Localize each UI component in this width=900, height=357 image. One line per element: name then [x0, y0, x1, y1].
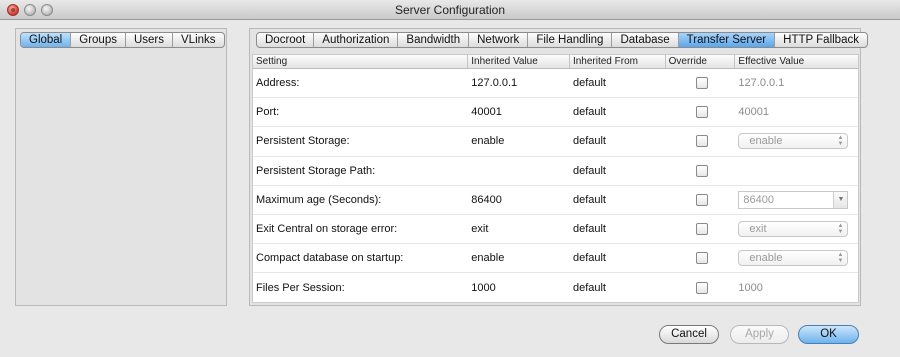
setting-name: Port: — [256, 106, 280, 119]
effective-value-text: 127.0.0.1 — [738, 77, 785, 90]
effective-value-text: enable — [749, 135, 783, 148]
table-row: Address: 127.0.0.1 default 127.0.0.1 — [253, 69, 858, 99]
table-body: Address: 127.0.0.1 default 127.0.0.1 Port: 40… — [253, 69, 858, 303]
table-row: Persistent Storage Path: default — [253, 157, 858, 186]
right-tab-network[interactable]: Network — [469, 33, 529, 47]
override-cell — [666, 77, 736, 90]
override-cell — [666, 164, 736, 177]
effective-value-combo[interactable]: 86400 ▼ — [738, 190, 849, 209]
window-title: Server Configuration — [394, 3, 506, 17]
apply-button[interactable]: Apply — [730, 325, 789, 344]
header-inherited-from[interactable]: Inherited From — [570, 55, 666, 68]
effective-value-popup[interactable]: enable ▲ ▼ — [738, 250, 849, 267]
override-cell — [666, 252, 736, 265]
setting-name: Persistent Storage Path: — [256, 164, 376, 177]
cancel-button[interactable]: Cancel — [659, 325, 719, 344]
inherited-from: default — [572, 135, 606, 148]
override-checkbox[interactable] — [696, 106, 709, 119]
inherited-value: enable — [471, 252, 505, 265]
updown-arrows-icon: ▲ ▼ — [837, 223, 844, 236]
setting-name: Exit Central on storage error: — [256, 223, 398, 236]
setting-name: Persistent Storage: — [256, 135, 350, 148]
table-header: Setting Inherited Value Inherited From O… — [253, 55, 858, 69]
right-tab-docroot[interactable]: Docroot — [257, 33, 315, 47]
right-tab-database[interactable]: Database — [612, 33, 679, 47]
override-checkbox[interactable] — [696, 223, 709, 236]
override-checkbox[interactable] — [696, 164, 709, 177]
table-row: Files Per Session: 1000 default 1000 — [253, 273, 858, 302]
inherited-from: default — [572, 223, 606, 236]
effective-value-popup[interactable]: enable ▲ ▼ — [738, 133, 849, 150]
table-row: Compact database on startup: enable defaul… — [253, 244, 858, 274]
header-inherited-value[interactable]: Inherited Value — [468, 55, 570, 68]
override-cell — [666, 135, 736, 148]
setting-name: Maximum age (Seconds): — [256, 193, 382, 206]
left-tab-groups[interactable]: Groups — [71, 33, 126, 47]
override-cell — [666, 106, 736, 119]
effective-value-cell: 127.0.0.1 — [735, 77, 858, 89]
inherited-from: default — [572, 106, 606, 119]
inherited-value: 86400 — [471, 193, 502, 206]
inherited-value: 1000 — [471, 281, 496, 294]
table-row: Maximum age (Seconds): 86400 default 86400 ▼ — [253, 186, 858, 215]
effective-value-cell: enable ▲ ▼ — [735, 133, 858, 150]
right-tab-bandwidth[interactable]: Bandwidth — [398, 33, 470, 47]
right-tab-transfer-server[interactable]: Transfer Server — [678, 33, 776, 47]
inherited-value: exit — [471, 223, 489, 236]
inherited-from: default — [572, 164, 606, 177]
settings-table: Setting Inherited Value Inherited From O… — [252, 54, 859, 303]
inherited-from: default — [572, 281, 606, 294]
inherited-value: 127.0.0.1 — [471, 77, 518, 90]
left-tab-users[interactable]: Users — [126, 33, 173, 47]
inherited-value: 40001 — [471, 106, 502, 119]
effective-value-text: 86400 — [743, 193, 775, 206]
effective-value-text: 1000 — [738, 281, 763, 294]
left-tab-bar: Global Groups Users VLinks — [20, 32, 225, 48]
effective-value-cell: 40001 — [735, 106, 858, 118]
inherited-from: default — [572, 252, 606, 265]
effective-value-cell: enable ▲ ▼ — [735, 250, 858, 267]
override-checkbox[interactable] — [696, 135, 709, 148]
effective-value-cell: 86400 ▼ — [735, 190, 858, 209]
right-tab-authorization[interactable]: Authorization — [314, 33, 399, 47]
override-checkbox[interactable] — [696, 281, 709, 294]
updown-arrows-icon: ▲ ▼ — [837, 135, 844, 148]
left-tab-global[interactable]: Global — [21, 33, 72, 47]
header-override[interactable]: Override — [666, 55, 736, 68]
setting-name: Files Per Session: — [256, 281, 345, 294]
right-tab-file-handling[interactable]: File Handling — [528, 33, 613, 47]
effective-value-popup[interactable]: exit ▲ ▼ — [738, 221, 849, 238]
effective-value-cell: 1000 — [735, 282, 858, 294]
title-bar: Server Configuration — [0, 0, 900, 20]
effective-value-text: 40001 — [738, 106, 770, 119]
effective-value-text: exit — [749, 223, 767, 236]
inherited-from: default — [572, 77, 606, 90]
override-checkbox[interactable] — [696, 77, 709, 90]
override-cell — [666, 193, 736, 206]
override-cell — [666, 281, 736, 294]
table-row: Exit Central on storage error: exit defaul… — [253, 215, 858, 245]
right-tab-bar: Docroot Authorization Bandwidth Network File… — [256, 32, 868, 48]
left-panel — [15, 28, 227, 306]
chevron-down-icon[interactable]: ▼ — [833, 191, 848, 208]
override-checkbox[interactable] — [696, 193, 709, 206]
ok-button[interactable]: OK — [798, 325, 859, 344]
override-cell — [666, 223, 736, 236]
inherited-from: default — [572, 193, 606, 206]
header-setting[interactable]: Setting — [253, 55, 469, 68]
setting-name: Address: — [256, 77, 300, 90]
inherited-value: enable — [471, 135, 505, 148]
override-checkbox[interactable] — [696, 252, 709, 265]
updown-arrows-icon: ▲ ▼ — [837, 252, 844, 265]
table-row: Persistent Storage: enable default enable ▲ ▼ — [253, 127, 858, 157]
left-tab-vlinks[interactable]: VLinks — [173, 33, 224, 47]
table-row: Port: 40001 default 40001 — [253, 98, 858, 128]
right-tab-http-fallback[interactable]: HTTP Fallback — [775, 33, 867, 47]
effective-value-cell: exit ▲ ▼ — [735, 221, 858, 238]
header-effective-value[interactable]: Effective Value — [735, 55, 858, 68]
setting-name: Compact database on startup: — [256, 252, 404, 265]
effective-value-text: enable — [749, 252, 783, 265]
